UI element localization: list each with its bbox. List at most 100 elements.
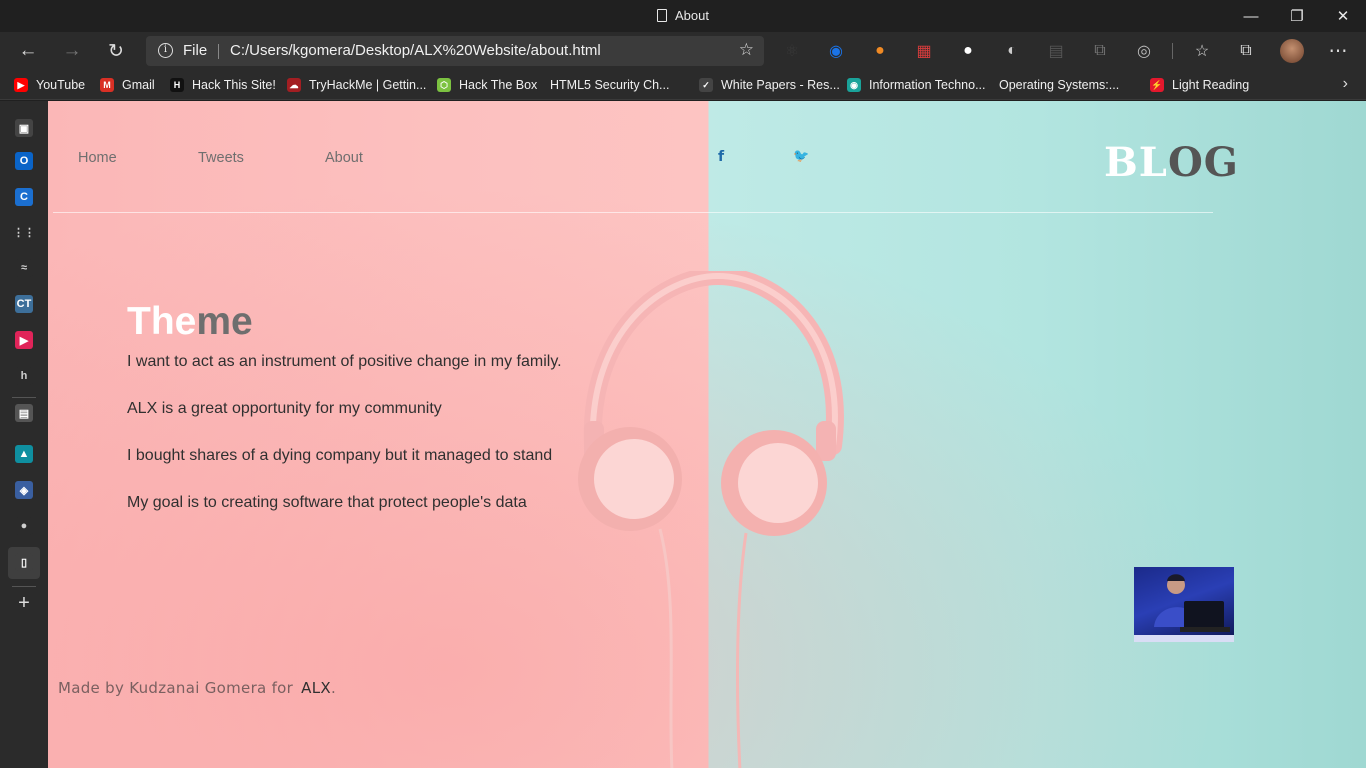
headband: [583, 271, 844, 455]
favorite-label: Information Techno...: [869, 78, 986, 92]
sidebar-outlook-icon[interactable]: O: [15, 152, 33, 170]
favorites-bar: ▶ YouTube M Gmail H Hack This Site! ☁ TryHackMe…: [0, 70, 1366, 191]
logo-part-gray: OG: [1167, 139, 1239, 186]
favorite-site-icon: H: [170, 78, 184, 92]
close-button[interactable]: ✕: [1320, 0, 1366, 32]
headphones-image: [578, 271, 844, 768]
forward-button[interactable]: →: [56, 35, 88, 67]
facebook-icon[interactable]: f: [718, 149, 724, 165]
footer-text: Made by Kudzanai Gomera for: [58, 679, 294, 697]
sidebar-h-icon[interactable]: h: [15, 367, 33, 385]
left-earcup-pad: [594, 439, 674, 519]
profile-avatar[interactable]: [1280, 39, 1304, 63]
favorite-item[interactable]: ☁ TryHackMe | Gettin...: [287, 76, 426, 94]
favorite-site-icon: ☁: [287, 78, 301, 92]
favorite-item[interactable]: Operating Systems:...: [999, 76, 1120, 191]
heading-part-white: The: [127, 300, 197, 343]
sidebar-c-icon[interactable]: C: [15, 188, 33, 206]
favorite-label: Gmail: [122, 78, 155, 92]
ext-orange-icon[interactable]: ●: [870, 41, 890, 61]
share-icon[interactable]: ◉: [826, 41, 846, 61]
collections-icon[interactable]: ⧉: [1236, 41, 1256, 61]
header-divider: [53, 212, 1213, 213]
blog-logo: BLOG: [1104, 139, 1239, 186]
left-cable: [658, 528, 674, 768]
favorite-label: White Papers - Res...: [721, 78, 840, 92]
sidebar-ab-icon[interactable]: ≈: [15, 259, 33, 277]
sidebar-book-icon[interactable]: ▤: [15, 404, 33, 422]
ext-grid-icon[interactable]: ▦: [914, 41, 934, 61]
title-bar: About — ❐ ✕: [0, 0, 1366, 32]
ext-ghost-icon[interactable]: ◐: [1002, 41, 1022, 61]
footer-alx-link[interactable]: ALX: [301, 679, 331, 697]
document-icon: [657, 9, 667, 22]
favorite-label: Hack This Site!: [192, 78, 276, 92]
github-icon[interactable]: ●: [958, 41, 978, 61]
heading-part-gray: me: [196, 300, 253, 343]
logo-part-white: BL: [1104, 139, 1168, 186]
favorite-label: YouTube: [36, 78, 86, 92]
favorite-item[interactable]: ▶ YouTube: [14, 76, 85, 94]
twitter-icon[interactable]: 🐦: [793, 149, 809, 164]
favorite-site-icon: ▶: [14, 78, 28, 92]
sidebar-cisco-icon[interactable]: ⋮⋮: [13, 223, 35, 241]
ext-target-icon[interactable]: ◎: [1134, 41, 1154, 61]
favorite-site-icon: M: [100, 78, 114, 92]
nav-tweets-link[interactable]: Tweets: [198, 150, 244, 166]
theme-paragraph: I want to act as an instrument of positi…: [127, 353, 562, 370]
add-favorite-icon[interactable]: ☆: [739, 40, 754, 60]
browser-sidebar: ▣ O C ⋮⋮ ≈ CT ▶ h ▤ ▲ ◈ ● ▯ +: [0, 101, 48, 768]
address-protocol: File: [183, 42, 208, 59]
favorite-site-icon: ⬡: [437, 78, 451, 92]
toolbar-separator: [1172, 43, 1173, 59]
favorite-item[interactable]: ⬡ Hack The Box: [437, 76, 537, 94]
nav-home-link[interactable]: Home: [78, 150, 117, 166]
sidebar-divider: [12, 586, 36, 587]
restore-button[interactable]: ❐: [1274, 0, 1320, 32]
minimize-button[interactable]: —: [1228, 0, 1274, 32]
web-page: Home Tweets About f 🐦 BLOG Theme I want …: [48, 101, 1366, 768]
react-icon[interactable]: ⚛: [782, 41, 802, 61]
sidebar-ct-icon[interactable]: CT: [15, 295, 33, 313]
address-url[interactable]: C:/Users/kgomera/Desktop/ALX%20Website/a…: [230, 42, 601, 59]
favorite-item[interactable]: ✓ White Papers - Res...: [699, 76, 840, 94]
ext-pages-icon[interactable]: ⧉: [1090, 41, 1110, 61]
favorite-label: Operating Systems:...: [999, 78, 1120, 92]
favorite-item[interactable]: M Gmail: [100, 76, 155, 94]
sidebar-page-icon[interactable]: ▯: [15, 553, 33, 571]
nav-about-link[interactable]: About: [325, 150, 363, 166]
window-title: About: [0, 8, 1366, 23]
favorite-label: Hack The Box: [459, 78, 538, 92]
page-footer: Made by Kudzanai Gomera for ALX.: [58, 679, 336, 697]
ext-dark-icon[interactable]: ▤: [1046, 41, 1066, 61]
favorite-item[interactable]: ⚡ Light Reading: [1150, 76, 1249, 94]
window-title-text: About: [675, 8, 709, 23]
theme-paragraph: ALX is a great opportunity for my commun…: [127, 400, 442, 417]
favorite-site-icon: ⚡: [1150, 78, 1164, 92]
theme-paragraph: My goal is to creating software that pro…: [127, 494, 527, 511]
favorite-item[interactable]: HTML5 Security Ch...: [550, 76, 669, 191]
author-photo: [1134, 567, 1234, 642]
address-separator: [218, 44, 219, 59]
sidebar-divider: [12, 397, 36, 398]
refresh-button[interactable]: ↻: [100, 35, 132, 67]
theme-heading: Theme: [127, 300, 253, 344]
sidebar-arrow-icon[interactable]: ▲: [15, 445, 33, 463]
footer-period: .: [330, 679, 337, 697]
favorites-icon[interactable]: ☆: [1192, 41, 1212, 61]
address-bar[interactable]: i File C:/Users/kgomera/Desktop/ALX%20We…: [146, 36, 764, 66]
sidebar-stack-icon[interactable]: ◈: [15, 481, 33, 499]
sidebar-media-icon[interactable]: ▶: [15, 331, 33, 349]
right-cable: [736, 532, 748, 768]
back-button[interactable]: ←: [12, 35, 44, 67]
right-earcup-pad: [738, 443, 818, 523]
favorite-item[interactable]: H Hack This Site!: [170, 76, 276, 94]
sidebar-news-icon[interactable]: ▣: [15, 119, 33, 137]
favorite-item[interactable]: ◉ Information Techno...: [847, 76, 986, 94]
theme-paragraph: I bought shares of a dying company but i…: [127, 447, 553, 464]
sidebar-github-icon[interactable]: ●: [15, 517, 33, 535]
favorites-more-icon[interactable]: ›: [1343, 75, 1348, 93]
site-info-icon[interactable]: i: [158, 43, 173, 58]
settings-more-button[interactable]: ⋯: [1322, 35, 1354, 67]
sidebar-add-icon[interactable]: +: [15, 592, 33, 614]
